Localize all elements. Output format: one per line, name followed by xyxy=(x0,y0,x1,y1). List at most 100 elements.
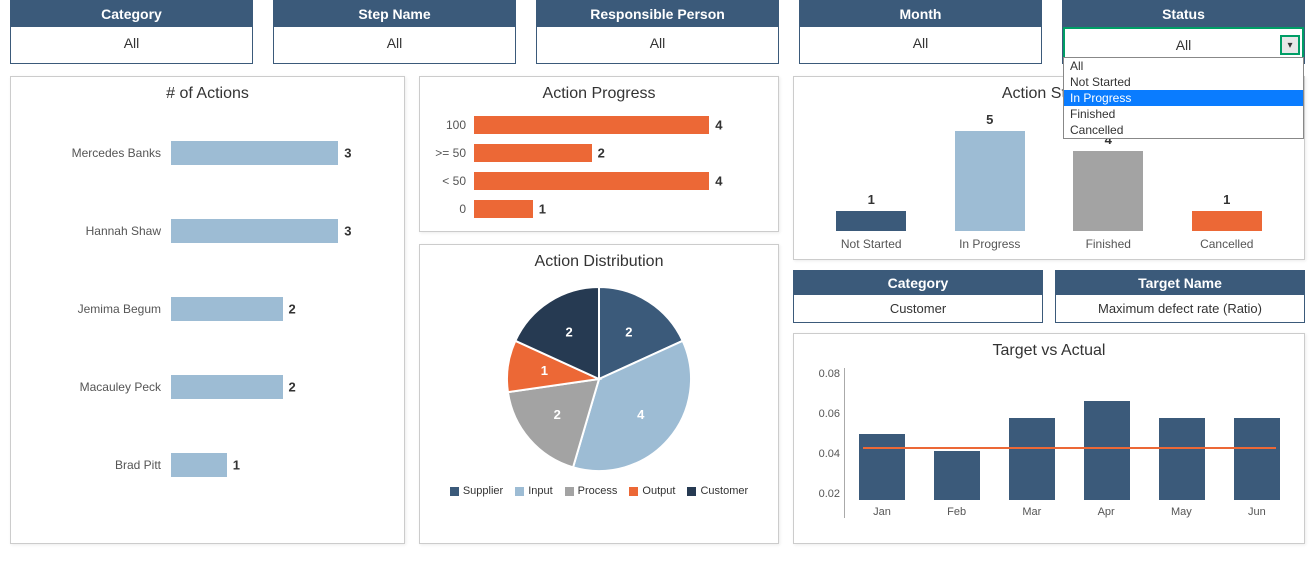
tva-xlabel: May xyxy=(1171,506,1192,518)
hbar-track: 2 xyxy=(171,375,394,399)
hbar-row: Macauley Peck 2 xyxy=(21,365,394,409)
pie-slice-value: 2 xyxy=(554,407,561,422)
ap-label: 0 xyxy=(430,202,474,216)
vbar-label: In Progress xyxy=(959,237,1020,251)
hbar-value: 2 xyxy=(289,380,296,395)
mini-category[interactable]: Category Customer xyxy=(793,270,1043,323)
legend-item: Process xyxy=(565,485,618,497)
ap-fill xyxy=(474,172,709,190)
vbar-label: Cancelled xyxy=(1200,237,1253,251)
filter-month[interactable]: Month All xyxy=(799,0,1042,64)
filter-status-label: Status xyxy=(1063,1,1304,27)
vbar-value: 5 xyxy=(986,112,993,127)
pie-legend: SupplierInputProcessOutputCustomer xyxy=(450,485,748,497)
legend-label: Process xyxy=(578,485,618,497)
hbar-label: Hannah Shaw xyxy=(21,224,171,238)
status-option[interactable]: Finished xyxy=(1064,106,1303,122)
status-option[interactable]: All xyxy=(1064,58,1303,74)
vbar-col: 1 Cancelled xyxy=(1168,192,1287,251)
mini-target-label: Target Name xyxy=(1056,271,1304,295)
ap-label: 100 xyxy=(430,118,474,132)
tva-bar xyxy=(1084,401,1130,500)
filters-row: Category All Step Name All Responsible P… xyxy=(0,0,1315,64)
hbar-row: Mercedes Banks 3 xyxy=(21,131,394,175)
status-option[interactable]: Cancelled xyxy=(1064,122,1303,138)
mini-target[interactable]: Target Name Maximum defect rate (Ratio) xyxy=(1055,270,1305,323)
filter-step-value[interactable]: All xyxy=(274,27,515,59)
vbar-col: 1 Not Started xyxy=(812,192,931,251)
filter-category[interactable]: Category All xyxy=(10,0,253,64)
chart-target-vs-actual: 0.080.060.040.02 JanFebMarAprMayJun xyxy=(804,368,1294,518)
vbar-fill xyxy=(1073,151,1143,231)
tva-plot: JanFebMarAprMayJun xyxy=(844,368,1294,518)
ap-fill xyxy=(474,144,592,162)
ap-row: 0 1 xyxy=(430,195,768,223)
legend-item: Supplier xyxy=(450,485,503,497)
ap-fill xyxy=(474,116,709,134)
filter-person[interactable]: Responsible Person All xyxy=(536,0,779,64)
card-target-vs-actual: Target vs Actual 0.080.060.040.02 JanFeb… xyxy=(793,333,1305,544)
filter-step[interactable]: Step Name All xyxy=(273,0,516,64)
chart-action-distribution: 24212 SupplierInputProcessOutputCustomer xyxy=(430,279,768,497)
hbar-track: 3 xyxy=(171,219,394,243)
hbar-value: 2 xyxy=(289,302,296,317)
filter-month-value[interactable]: All xyxy=(800,27,1041,59)
filter-category-value[interactable]: All xyxy=(11,27,252,59)
ap-fill xyxy=(474,200,533,218)
legend-swatch xyxy=(450,487,459,496)
card-actions-by-person: # of Actions Mercedes Banks 3 Hannah Sha… xyxy=(10,76,405,544)
ap-value: 4 xyxy=(715,118,722,133)
status-dropdown[interactable]: AllNot StartedIn ProgressFinishedCancell… xyxy=(1063,57,1304,139)
card-title: Target vs Actual xyxy=(804,342,1294,360)
hbar-fill xyxy=(171,375,283,399)
vbar-label: Finished xyxy=(1086,237,1131,251)
hbar-track: 3 xyxy=(171,141,394,165)
hbar-fill xyxy=(171,219,338,243)
hbar-value: 3 xyxy=(344,146,351,161)
hbar-track: 2 xyxy=(171,297,394,321)
tva-xlabel: Feb xyxy=(947,506,966,518)
pie-slice-value: 2 xyxy=(625,325,632,340)
tva-ytick: 0.04 xyxy=(804,448,840,460)
mini-category-value: Customer xyxy=(794,295,1042,322)
col-mid: Action Progress 100 4 >= 50 2 < 50 4 0 1 xyxy=(419,76,779,544)
ap-track: 2 xyxy=(474,144,768,162)
ap-value: 1 xyxy=(539,202,546,217)
filter-status[interactable]: Status All ▾ AllNot StartedIn ProgressFi… xyxy=(1062,0,1305,64)
legend-label: Customer xyxy=(700,485,748,497)
status-option[interactable]: Not Started xyxy=(1064,74,1303,90)
card-title: Action Distribution xyxy=(430,253,768,271)
vbar-value: 1 xyxy=(1223,192,1230,207)
vbar-fill xyxy=(836,211,906,231)
tva-yaxis: 0.080.060.040.02 xyxy=(804,368,844,518)
chevron-down-icon[interactable]: ▾ xyxy=(1280,35,1300,55)
card-title: Action Progress xyxy=(430,85,768,103)
tva-xlabel: Apr xyxy=(1098,506,1115,518)
tva-xlabel: Mar xyxy=(1022,506,1041,518)
filter-person-value[interactable]: All xyxy=(537,27,778,59)
card-title: # of Actions xyxy=(21,85,394,103)
legend-swatch xyxy=(515,487,524,496)
hbar-row: Brad Pitt 1 xyxy=(21,443,394,487)
vbar-col: 4 Finished xyxy=(1049,132,1168,251)
filter-category-label: Category xyxy=(11,1,252,27)
hbar-row: Hannah Shaw 3 xyxy=(21,209,394,253)
card-action-progress: Action Progress 100 4 >= 50 2 < 50 4 0 1 xyxy=(419,76,779,232)
status-option[interactable]: In Progress xyxy=(1064,90,1303,106)
hbar-row: Jemima Begum 2 xyxy=(21,287,394,331)
ap-row: < 50 4 xyxy=(430,167,768,195)
legend-swatch xyxy=(629,487,638,496)
ap-track: 1 xyxy=(474,200,768,218)
tva-ytick: 0.08 xyxy=(804,368,840,380)
legend-label: Output xyxy=(642,485,675,497)
legend-label: Supplier xyxy=(463,485,503,497)
tva-bar xyxy=(934,451,980,501)
tva-bar xyxy=(1234,418,1280,501)
legend-swatch xyxy=(687,487,696,496)
hbar-label: Macauley Peck xyxy=(21,380,171,394)
hbar-value: 1 xyxy=(233,458,240,473)
mini-category-label: Category xyxy=(794,271,1042,295)
chart-actions-by-person: Mercedes Banks 3 Hannah Shaw 3 Jemima Be… xyxy=(21,111,394,487)
card-action-distribution: Action Distribution 24212 SupplierInputP… xyxy=(419,244,779,544)
hbar-fill xyxy=(171,297,283,321)
